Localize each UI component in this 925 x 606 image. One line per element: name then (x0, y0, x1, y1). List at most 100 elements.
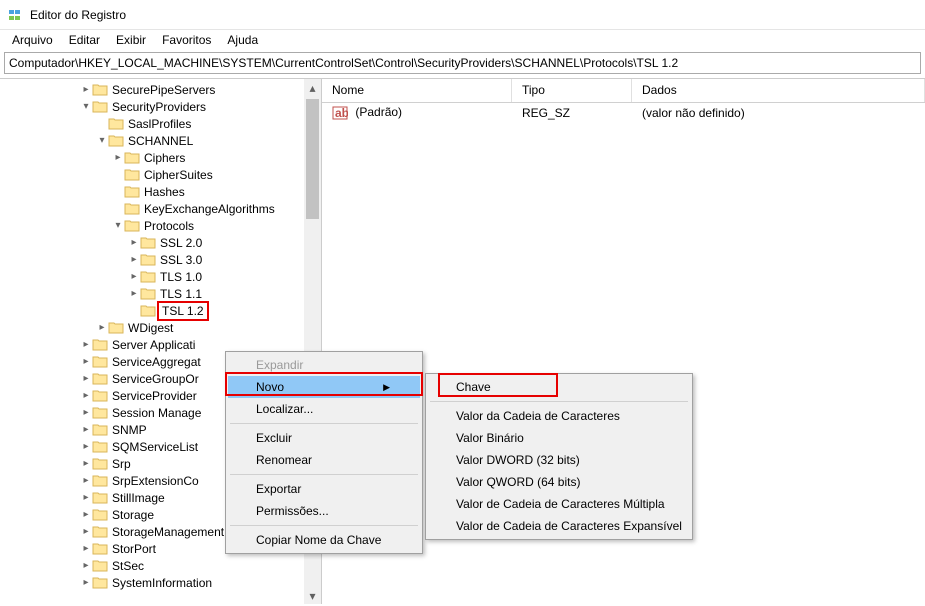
expander-icon[interactable]: ▸ (96, 323, 108, 333)
menu-favoritos[interactable]: Favoritos (154, 31, 219, 49)
expander-icon[interactable]: ▸ (80, 561, 92, 571)
ctx-permissoes[interactable]: Permissões... (228, 500, 420, 522)
tree-node[interactable]: ▸StSec (0, 557, 321, 574)
folder-icon (92, 542, 108, 555)
folder-icon (108, 321, 124, 334)
expander-icon[interactable]: ▸ (80, 340, 92, 350)
tree-node[interactable]: ▸TLS 1.1 (0, 285, 321, 302)
menu-arquivo[interactable]: Arquivo (4, 31, 61, 49)
ctx-novo-label: Novo (256, 380, 284, 394)
tree-node[interactable]: CipherSuites (0, 166, 321, 183)
tree-node-label: SQMServiceList (112, 440, 198, 454)
address-bar[interactable]: Computador\HKEY_LOCAL_MACHINE\SYSTEM\Cur… (4, 52, 921, 74)
expander-icon[interactable]: ▾ (112, 221, 124, 231)
tree-node[interactable]: ▾ SCHANNEL (0, 132, 321, 149)
context-submenu-novo: Chave Valor da Cadeia de Caracteres Valo… (425, 373, 693, 540)
tree-node-label: ServiceGroupOr (112, 372, 199, 386)
value-data: (valor não definido) (632, 106, 925, 120)
ctx-exportar[interactable]: Exportar (228, 478, 420, 500)
expander-icon[interactable]: ▸ (80, 459, 92, 469)
value-name: (Padrão) (355, 105, 402, 119)
expander-icon[interactable]: ▸ (80, 357, 92, 367)
ctx-renomear[interactable]: Renomear (228, 449, 420, 471)
expander-icon[interactable]: ▾ (80, 102, 92, 112)
expander-icon[interactable]: ▸ (128, 289, 140, 299)
expander-icon[interactable]: ▾ (96, 136, 108, 146)
expander-icon[interactable]: ▸ (80, 476, 92, 486)
expander-icon[interactable]: ▸ (112, 153, 124, 163)
folder-icon (92, 508, 108, 521)
expander-icon[interactable]: ▸ (80, 527, 92, 537)
tree-node[interactable]: ▾Protocols (0, 217, 321, 234)
expander-icon[interactable]: ▸ (80, 442, 92, 452)
list-row[interactable]: ab (Padrão) REG_SZ (valor não definido) (322, 103, 925, 123)
ctx-new-qword[interactable]: Valor QWORD (64 bits) (428, 471, 690, 493)
ctx-excluir[interactable]: Excluir (228, 427, 420, 449)
expander-icon[interactable]: ▸ (80, 391, 92, 401)
tree-node[interactable]: ▸SSL 2.0 (0, 234, 321, 251)
context-menu-key: Expandir Novo ▶ Localizar... Excluir Ren… (225, 351, 423, 554)
tree-node-label: TSL 1.2 (157, 301, 209, 321)
menu-editar[interactable]: Editar (61, 31, 108, 49)
tree-node-label: Storage (112, 508, 154, 522)
folder-icon (92, 355, 108, 368)
tree-node[interactable]: ▾SecurityProviders (0, 98, 321, 115)
folder-icon (124, 151, 140, 164)
column-dados[interactable]: Dados (632, 79, 925, 102)
tree-node-label: StorageManagement (112, 525, 224, 539)
folder-icon (92, 406, 108, 419)
tree-node[interactable]: TSL 1.2 (0, 302, 321, 319)
ctx-new-dword[interactable]: Valor DWORD (32 bits) (428, 449, 690, 471)
folder-icon (140, 236, 156, 249)
expander-icon[interactable]: ▸ (80, 578, 92, 588)
expander-icon[interactable]: ▸ (80, 493, 92, 503)
tree-node-label: SCHANNEL (128, 134, 193, 148)
menu-bar: Arquivo Editar Exibir Favoritos Ajuda (0, 30, 925, 50)
tree-node-label: Server Applicati (112, 338, 195, 352)
ctx-copiar-nome[interactable]: Copiar Nome da Chave (228, 529, 420, 551)
tree-node[interactable]: ▸ TLS 1.0 (0, 268, 321, 285)
tree-node[interactable]: ▸SecurePipeServers (0, 81, 321, 98)
tree-node[interactable]: SaslProfiles (0, 115, 321, 132)
tree-node-label: SNMP (112, 423, 147, 437)
expander-icon[interactable]: ▸ (128, 272, 140, 282)
menu-ajuda[interactable]: Ajuda (219, 31, 266, 49)
scroll-down-icon[interactable]: ▾ (304, 587, 321, 604)
menu-exibir[interactable]: Exibir (108, 31, 154, 49)
ctx-new-binary[interactable]: Valor Binário (428, 427, 690, 449)
tree-node[interactable]: KeyExchangeAlgorithms (0, 200, 321, 217)
expander-icon[interactable]: ▸ (128, 255, 140, 265)
expander-icon[interactable]: ▸ (80, 85, 92, 95)
folder-icon (92, 525, 108, 538)
tree-node[interactable]: ▸WDigest (0, 319, 321, 336)
title-bar: Editor do Registro (0, 0, 925, 30)
expander-icon[interactable]: ▸ (80, 408, 92, 418)
tree-node[interactable]: ▸SSL 3.0 (0, 251, 321, 268)
column-nome[interactable]: Nome (322, 79, 512, 102)
ctx-new-multi[interactable]: Valor de Cadeia de Caracteres Múltipla (428, 493, 690, 515)
tree-node[interactable]: Hashes (0, 183, 321, 200)
tree-node[interactable]: ▸SystemInformation (0, 574, 321, 591)
expander-icon[interactable]: ▸ (80, 425, 92, 435)
separator (230, 474, 418, 475)
ctx-new-chave[interactable]: Chave (428, 376, 690, 398)
expander-icon[interactable]: ▸ (80, 374, 92, 384)
ctx-novo[interactable]: Novo ▶ (228, 376, 420, 398)
tree-node-label: Ciphers (144, 151, 185, 165)
column-tipo[interactable]: Tipo (512, 79, 632, 102)
scroll-up-icon[interactable]: ▴ (304, 79, 321, 96)
scrollbar-thumb[interactable] (306, 99, 319, 219)
tree-node-label: Hashes (144, 185, 185, 199)
tree-node-label: TLS 1.0 (160, 270, 202, 284)
ctx-new-expand[interactable]: Valor de Cadeia de Caracteres Expansível (428, 515, 690, 537)
expander-icon[interactable]: ▸ (80, 510, 92, 520)
string-value-icon: ab (332, 105, 348, 121)
ctx-new-string[interactable]: Valor da Cadeia de Caracteres (428, 405, 690, 427)
ctx-expandir: Expandir (228, 354, 420, 376)
ctx-localizar[interactable]: Localizar... (228, 398, 420, 420)
tree-node[interactable]: ▸ Ciphers (0, 149, 321, 166)
separator (230, 525, 418, 526)
expander-icon[interactable]: ▸ (128, 238, 140, 248)
expander-icon[interactable]: ▸ (80, 544, 92, 554)
folder-icon (92, 559, 108, 572)
